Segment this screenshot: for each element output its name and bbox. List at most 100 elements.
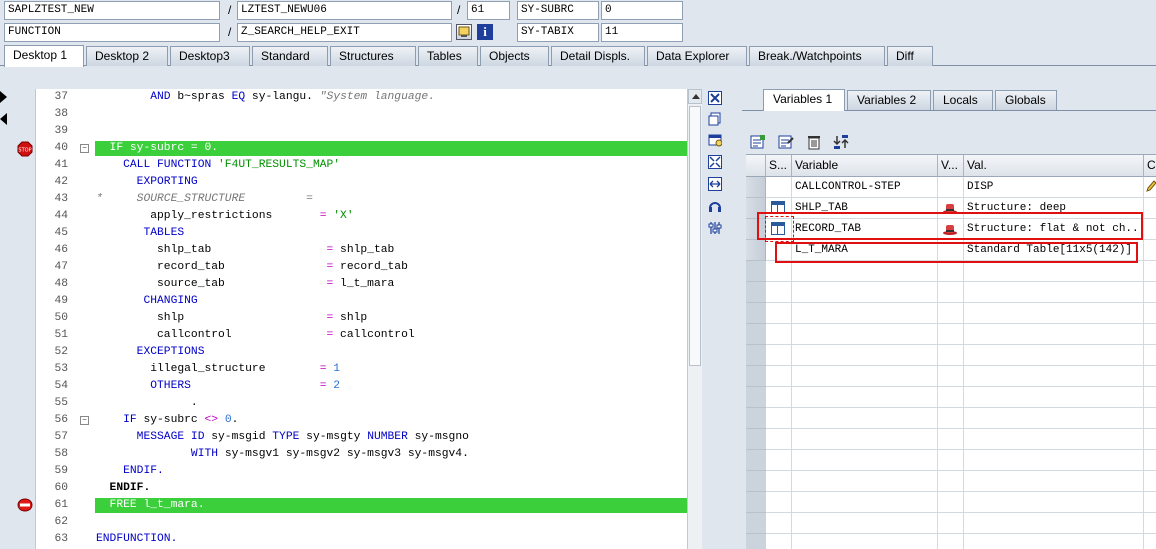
sysfield-name-1[interactable]: SY-SUBRC (517, 1, 599, 20)
sysfield-value-2[interactable]: 11 (601, 23, 683, 42)
code-text: AND b~spras EQ sy-langu. "System languag… (96, 91, 435, 103)
cell-c[interactable] (1144, 177, 1156, 198)
delete-icon[interactable] (806, 134, 822, 150)
code-line[interactable]: 63 ENDFUNCTION. (36, 531, 687, 548)
settings-icon[interactable] (708, 221, 724, 237)
code-line[interactable]: 59 ENDIF. (36, 463, 687, 480)
tab-tables[interactable]: Tables (418, 46, 478, 66)
grid-header-v[interactable]: V... (938, 155, 964, 177)
copy-icon[interactable] (708, 112, 724, 128)
code-line[interactable]: 56 − IF sy-subrc <> 0. (36, 412, 687, 429)
tab-desktop-2[interactable]: Desktop 2 (86, 46, 168, 66)
code-line-breakpoint[interactable]: 40 − IF sy-subrc = 0. (36, 140, 687, 157)
code-line[interactable]: 45 TABLES (36, 225, 687, 242)
close-icon[interactable] (708, 91, 724, 107)
code-line[interactable]: 43 * SOURCE_STRUCTURE = (36, 191, 687, 208)
code-line[interactable]: 48 source_tab = l_t_mara (36, 276, 687, 293)
tab-desktop-1[interactable]: Desktop 1 (4, 45, 84, 67)
include-field[interactable]: LZTEST_NEWU06 (237, 1, 452, 20)
sort-icon[interactable] (833, 134, 849, 150)
code-line[interactable]: 46 shlp_tab = shlp_tab (36, 242, 687, 259)
variable-name[interactable]: CALLCONTROL-STEP (792, 177, 938, 198)
line-number: 45 (54, 227, 68, 239)
code-text: . (96, 397, 198, 409)
code-line[interactable]: 42 EXPORTING (36, 174, 687, 191)
code-text: callcontrol = callcontrol (96, 329, 415, 341)
breakpoint-stop-icon[interactable]: STOP (17, 141, 33, 160)
line-number: 42 (54, 176, 68, 188)
tab-objects[interactable]: Objects (480, 46, 549, 66)
code-line[interactable]: 52 EXCEPTIONS (36, 344, 687, 361)
tab-locals[interactable]: Locals (933, 90, 993, 110)
tab-desktop-3[interactable]: Desktop3 (170, 46, 250, 66)
grid-header-s[interactable]: S... (766, 155, 792, 177)
display-icon[interactable] (456, 24, 472, 40)
code-line[interactable]: 58 WITH sy-msgv1 sy-msgv2 sy-msgv3 sy-ms… (36, 446, 687, 463)
code-line[interactable]: 57 MESSAGE ID sy-msgid TYPE sy-msgty NUM… (36, 429, 687, 446)
change-icon[interactable] (778, 134, 794, 150)
code-line[interactable]: 49 CHANGING (36, 293, 687, 310)
line-number: 47 (54, 261, 68, 273)
info-icon[interactable]: i (477, 24, 493, 40)
scroll-up-button[interactable] (688, 89, 702, 104)
tab-detail-displs[interactable]: Detail Displs. (551, 46, 645, 66)
line-field[interactable]: 61 (467, 1, 510, 20)
code-line[interactable]: 44 apply_restrictions = 'X' (36, 208, 687, 225)
maximize-icon[interactable] (708, 155, 724, 171)
tab-globals[interactable]: Globals (995, 90, 1057, 110)
cell-c (1144, 219, 1156, 240)
headset-icon[interactable] (708, 199, 724, 215)
tab-structures[interactable]: Structures (330, 46, 416, 66)
code-line[interactable]: 62 (36, 514, 687, 531)
sysfield-value-1[interactable]: 0 (601, 1, 683, 20)
scroll-thumb[interactable] (689, 106, 701, 366)
code-line[interactable]: 60 ENDIF. (36, 480, 687, 497)
code-text: FREE l_t_mara. (96, 499, 205, 511)
column-divider (963, 261, 964, 549)
code-line[interactable]: 51 callcontrol = callcontrol (36, 327, 687, 344)
tab-data-explorer[interactable]: Data Explorer (647, 46, 747, 66)
scroll-up-marker-icon[interactable] (0, 91, 7, 103)
type-field[interactable]: FUNCTION (4, 23, 220, 42)
tab-diff[interactable]: Diff (887, 46, 933, 66)
line-number: 61 (54, 499, 68, 511)
row-selector[interactable] (746, 177, 766, 198)
program-field[interactable]: SAPLZTEST_NEW (4, 1, 220, 20)
editor-scrollbar[interactable] (687, 89, 702, 549)
variable-value[interactable]: DISP (964, 177, 1144, 198)
code-line[interactable]: 41 CALL FUNCTION 'F4UT_RESULTS_MAP' (36, 157, 687, 174)
edit-icon[interactable] (750, 134, 766, 150)
code-line[interactable]: 53 illegal_structure = 1 (36, 361, 687, 378)
code-text: record_tab = record_tab (96, 261, 408, 273)
code-line[interactable]: 55 . (36, 395, 687, 412)
tab-standard[interactable]: Standard (252, 46, 328, 66)
code-line[interactable]: 38 (36, 106, 687, 123)
row-selector[interactable] (746, 240, 766, 261)
grid-header-variable[interactable]: Variable (792, 155, 938, 177)
resize-icon[interactable] (708, 177, 724, 193)
scroll-down-marker-icon[interactable] (0, 113, 7, 125)
code-editor[interactable]: 37 AND b~spras EQ sy-langu. "System lang… (35, 89, 687, 549)
code-line[interactable]: 37 AND b~spras EQ sy-langu. "System lang… (36, 89, 687, 106)
separator: / (228, 3, 232, 17)
pencil-icon[interactable] (1146, 180, 1156, 197)
code-text: OTHERS = 2 (96, 380, 341, 392)
code-line[interactable]: 54 OTHERS = 2 (36, 378, 687, 395)
code-line[interactable]: 50 shlp = shlp (36, 310, 687, 327)
code-line-current[interactable]: 61 FREE l_t_mara. (36, 497, 687, 514)
tab-break-watchpoints[interactable]: Break./Watchpoints (749, 46, 885, 66)
current-statement-icon[interactable] (17, 498, 33, 515)
new-window-icon[interactable] (708, 133, 724, 149)
event-field[interactable]: Z_SEARCH_HELP_EXIT (237, 23, 452, 42)
grid-header-c[interactable]: C... (1144, 155, 1156, 177)
code-line[interactable]: 39 (36, 123, 687, 140)
code-line[interactable]: 47 record_tab = record_tab (36, 259, 687, 276)
sysfield-name-2[interactable]: SY-TABIX (517, 23, 599, 42)
grid-header-val[interactable]: Val. (964, 155, 1144, 177)
line-number: 54 (54, 380, 68, 392)
line-number: 60 (54, 482, 68, 494)
fold-toggle-icon[interactable]: − (80, 416, 89, 425)
tab-variables-2[interactable]: Variables 2 (847, 90, 931, 110)
tab-variables-1[interactable]: Variables 1 (763, 89, 845, 111)
fold-toggle-icon[interactable]: − (80, 144, 89, 153)
